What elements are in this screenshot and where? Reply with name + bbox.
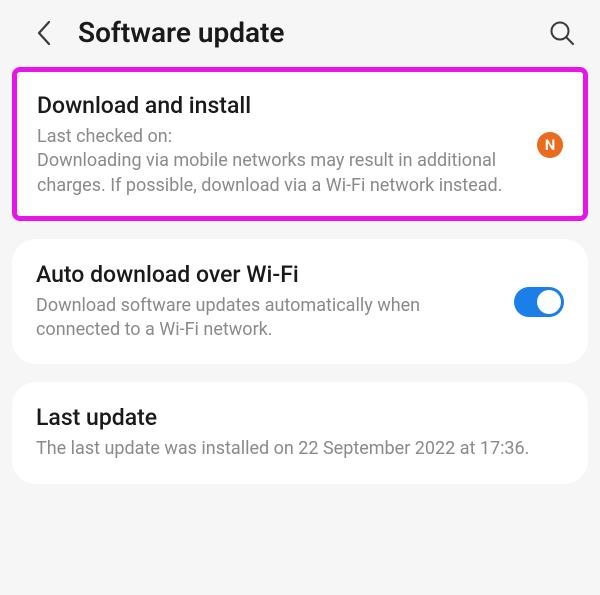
download-warning-line: Downloading via mobile networks may resu…	[37, 150, 502, 195]
auto-download-desc: Download software updates automatically …	[36, 294, 502, 343]
content-area: Download and install Last checked on: Do…	[0, 67, 600, 484]
auto-download-toggle[interactable]	[514, 287, 564, 317]
last-update-item[interactable]: Last update The last update was installe…	[12, 382, 588, 483]
card-text: Download and install Last checked on: Do…	[37, 92, 537, 198]
auto-download-item[interactable]: Auto download over Wi-Fi Download softwa…	[12, 239, 588, 365]
toggle-knob-icon	[537, 290, 561, 314]
card-row: Auto download over Wi-Fi Download softwa…	[36, 261, 564, 343]
auto-download-title: Auto download over Wi-Fi	[36, 261, 502, 288]
notification-badge-icon: N	[537, 132, 563, 158]
search-icon[interactable]	[546, 17, 578, 49]
last-update-desc: The last update was installed on 22 Sept…	[36, 437, 552, 461]
last-update-title: Last update	[36, 404, 552, 431]
last-checked-line: Last checked on:	[37, 126, 172, 147]
download-install-desc: Last checked on: Downloading via mobile …	[37, 125, 525, 198]
card-text: Auto download over Wi-Fi Download softwa…	[36, 261, 514, 343]
app-header: Software update	[0, 0, 600, 67]
back-icon[interactable]	[28, 17, 60, 49]
page-title: Software update	[78, 16, 546, 49]
download-install-title: Download and install	[37, 92, 525, 119]
card-text: Last update The last update was installe…	[36, 404, 564, 461]
card-row: Download and install Last checked on: Do…	[37, 92, 563, 198]
download-install-item[interactable]: Download and install Last checked on: Do…	[12, 67, 588, 221]
